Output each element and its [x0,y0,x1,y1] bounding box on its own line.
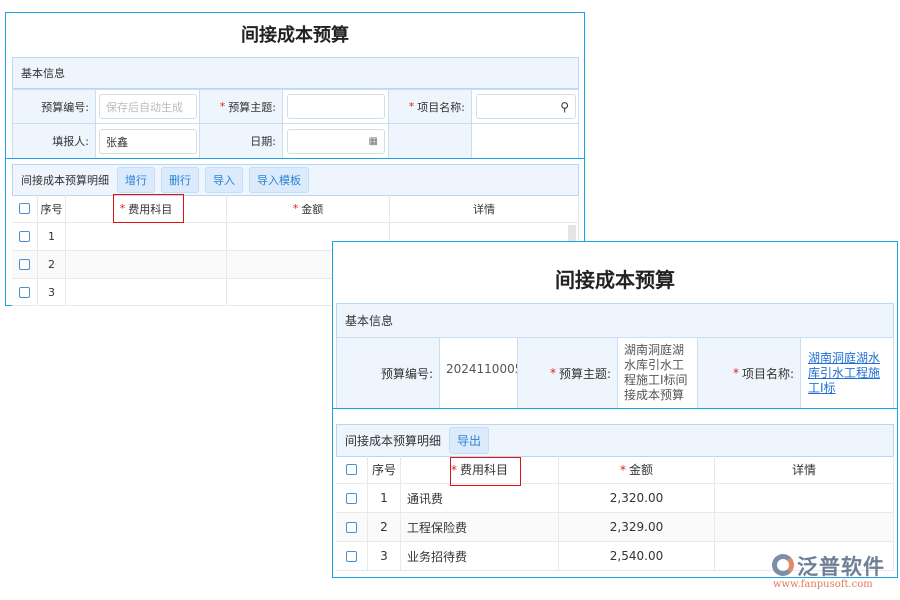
brand-name: 泛普软件 [797,551,885,581]
row-checkbox[interactable] [346,551,357,562]
highlight-box [450,457,521,486]
row-checkbox-cell[interactable] [12,223,38,251]
empty-cell [471,123,579,159]
col-detail: 详情 [390,195,579,223]
delete-row-button[interactable]: 删行 [161,167,199,193]
page-title: 间接成本预算 [333,264,897,293]
budget-no-value: 2024110005 [439,337,518,409]
calendar-icon[interactable]: ▦ [369,136,378,147]
section-title: 间接成本预算明细 [21,172,109,188]
subject-input[interactable] [287,94,385,119]
subject-label: *预算主题: [517,337,618,409]
fee-item-cell[interactable] [66,223,227,251]
detail-header: 间接成本预算明细 增行 删行 导入 导入模板 [12,164,579,196]
date-input[interactable]: ▦ [287,129,385,154]
select-all-checkbox-cell[interactable] [336,456,368,484]
col-detail: 详情 [715,456,894,484]
col-seq: 序号 [38,195,66,223]
section-title: 基本信息 [21,65,65,81]
project-input[interactable]: ⚲ [476,94,576,119]
subject-value: 湖南洞庭湖水库引水工程施工I标间接成本预算 [617,337,698,409]
row-checkbox-cell[interactable] [336,513,368,542]
fee-item-cell[interactable] [66,251,227,279]
row-checkbox-cell[interactable] [12,279,38,306]
project-link[interactable]: 湖南洞庭湖水库引水工程施工I标 [808,351,886,396]
row-seq: 3 [38,279,66,306]
budget-no-label: 预算编号: [336,337,440,409]
row-seq: 1 [38,223,66,251]
brand-logo-icon [772,554,794,576]
filled-form-panel: 间接成本预算 基本信息 预算编号: 2024110005 *预算主题: 湖南洞庭… [332,241,898,578]
empty-label-cell [388,123,472,159]
row-checkbox-cell[interactable] [12,251,38,279]
search-icon[interactable]: ⚲ [560,100,569,114]
budget-no-input[interactable]: 保存后自动生成 [99,94,197,119]
budget-no-label: 预算编号: [12,89,96,124]
amount-cell: 2,329.00 [559,513,715,542]
section-title: 间接成本预算明细 [345,432,441,449]
col-seq: 序号 [368,456,401,484]
detail-cell [715,513,894,542]
highlight-box [113,194,184,223]
select-all-checkbox[interactable] [19,203,30,214]
amount-cell: 2,320.00 [559,484,715,513]
divider [6,158,584,159]
row-seq: 1 [368,484,401,513]
date-label: 日期: [199,123,283,159]
reporter-label: 填报人: [12,123,96,159]
row-checkbox[interactable] [346,493,357,504]
fee-item-cell: 业务招待费 [401,542,559,571]
project-cell: 湖南洞庭湖水库引水工程施工I标 [800,337,894,409]
page-title: 间接成本预算 [6,21,584,47]
row-checkbox[interactable] [19,287,30,298]
divider [333,408,897,409]
fee-item-cell: 工程保险费 [401,513,559,542]
project-label: *项目名称: [388,89,472,124]
col-amount: *金额 [227,195,390,223]
basic-info-header: 基本信息 [336,303,894,338]
import-template-button[interactable]: 导入模板 [249,167,309,193]
amount-cell: 2,540.00 [559,542,715,571]
row-seq: 3 [368,542,401,571]
select-all-checkbox-cell[interactable] [12,195,38,223]
detail-header: 间接成本预算明细 导出 [336,424,894,457]
export-button[interactable]: 导出 [449,427,489,454]
row-checkbox-cell[interactable] [336,484,368,513]
row-checkbox-cell[interactable] [336,542,368,571]
row-seq: 2 [368,513,401,542]
detail-cell [715,484,894,513]
reporter-input[interactable]: 张鑫 [99,129,197,154]
row-checkbox[interactable] [19,231,30,242]
import-button[interactable]: 导入 [205,167,243,193]
row-checkbox[interactable] [19,259,30,270]
section-title: 基本信息 [345,312,393,329]
brand-watermark: 泛普软件 www.fanpusoft.com [770,551,895,595]
col-amount: *金额 [559,456,715,484]
project-label: *项目名称: [697,337,801,409]
subject-label: *预算主题: [199,89,283,124]
row-checkbox[interactable] [346,522,357,533]
fee-item-cell: 通讯费 [401,484,559,513]
add-row-button[interactable]: 增行 [117,167,155,193]
fee-item-cell[interactable] [66,279,227,306]
basic-info-header: 基本信息 [12,57,579,89]
brand-url: www.fanpusoft.com [773,579,873,590]
row-seq: 2 [38,251,66,279]
select-all-checkbox[interactable] [346,464,357,475]
